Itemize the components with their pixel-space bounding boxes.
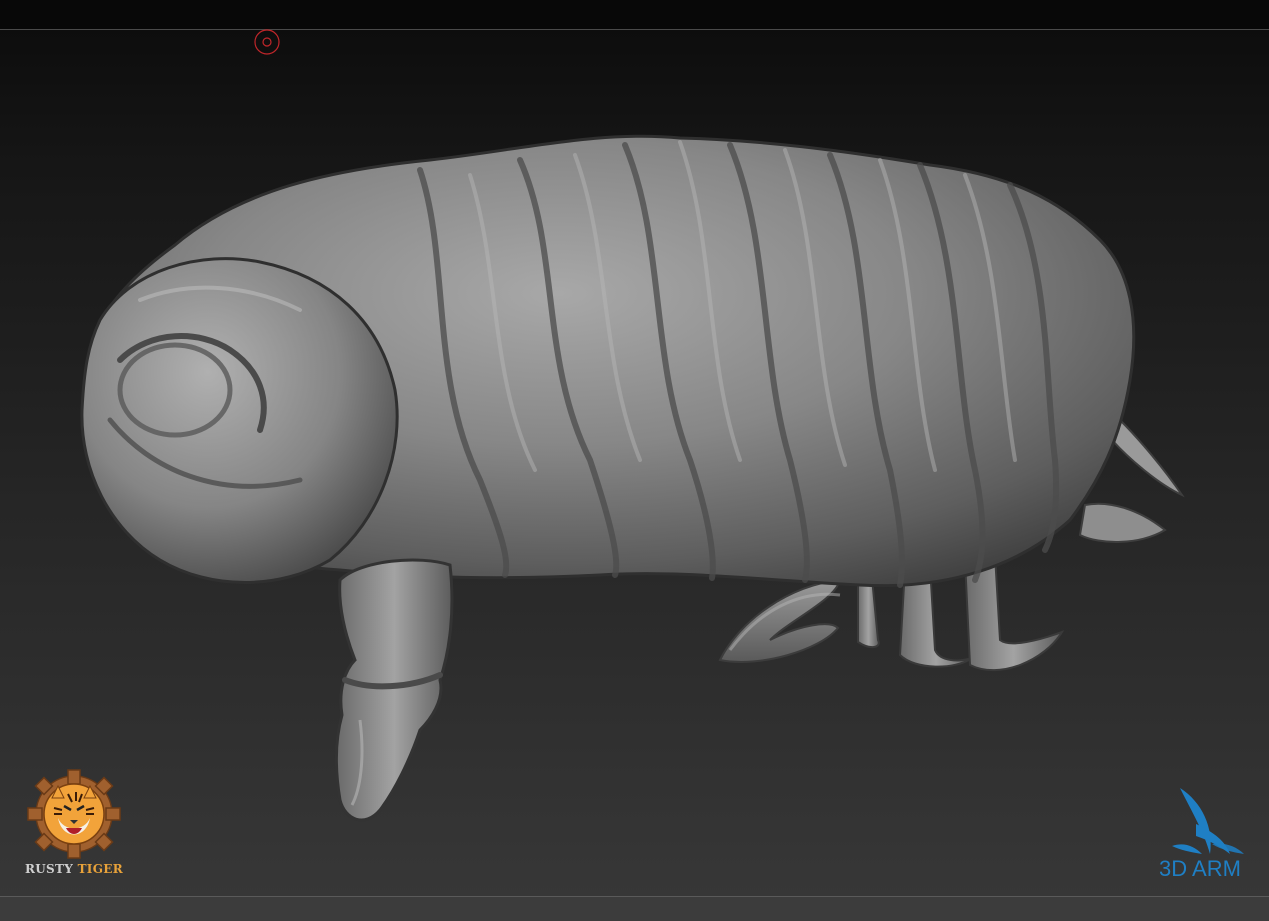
brush-cursor-icon [254,29,280,55]
rusty-tiger-caption: RUSTY TIGER [24,862,123,876]
tardigrade-sculpt-icon [80,134,1185,822]
bottom-status-strip [0,896,1269,921]
viewport-canvas[interactable]: RUSTY TIGER 3D ARM [0,0,1269,921]
rusty-tiger-logo: RUSTY TIGER [24,768,124,880]
wave-arm-icon [1172,788,1244,854]
3d-arm-caption: 3D ARM [1159,856,1241,881]
tiger-gear-icon [27,769,121,859]
3d-arm-logo: 3D ARM [1152,784,1248,884]
